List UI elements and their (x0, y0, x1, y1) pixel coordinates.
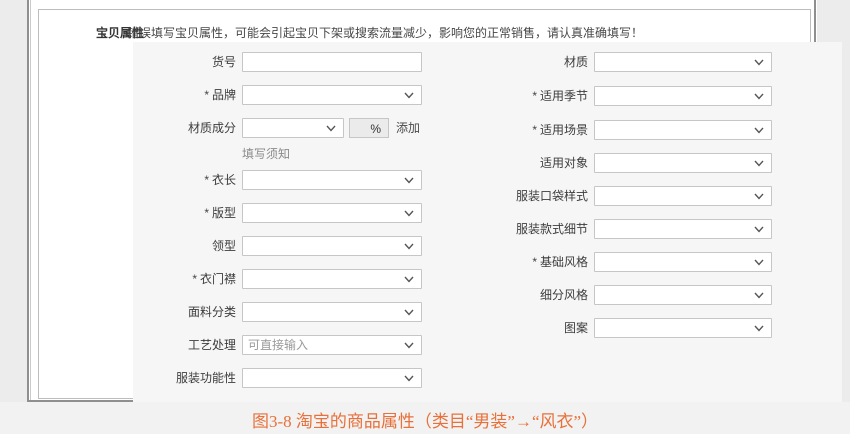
chevron-down-icon (754, 325, 764, 332)
required-marker: * (204, 206, 209, 220)
chevron-down-icon (754, 292, 764, 299)
form-row: 材质 (133, 52, 842, 72)
chevron-down-icon (404, 276, 414, 283)
right-field-5-select[interactable] (594, 219, 772, 239)
chevron-down-icon (404, 210, 414, 217)
form-row: 细分风格 (133, 285, 842, 305)
field-label: 材质 (438, 52, 588, 72)
form-row: 服装口袋样式 (133, 186, 842, 206)
chevron-down-icon (754, 226, 764, 233)
field-label-text: 领型 (212, 239, 236, 253)
page-margin-left (0, 0, 27, 402)
field-label: 服装口袋样式 (438, 186, 588, 206)
field-label-text: 基础风格 (540, 255, 588, 269)
figure-caption-bar: 图3-8 淘宝的商品属性（类目“男装”→“风衣”） (0, 402, 850, 434)
select-value: 可直接输入 (248, 336, 308, 354)
form-row: 工艺处理可直接输入 (133, 335, 842, 355)
chevron-down-icon (754, 259, 764, 266)
chevron-down-icon (754, 193, 764, 200)
chevron-down-icon (404, 243, 414, 250)
field-label-text: 适用季节 (540, 89, 588, 103)
right-field-2-select[interactable] (594, 120, 772, 140)
field-label-text: 服装口袋样式 (516, 189, 588, 203)
field-label-text: 衣门襟 (200, 272, 236, 286)
form-row: *适用季节 (133, 86, 842, 106)
required-marker: * (192, 272, 197, 286)
chevron-down-icon (404, 342, 414, 349)
chevron-down-icon (754, 59, 764, 66)
form-row: 服装款式细节 (133, 219, 842, 239)
field-label-text: 材质 (564, 55, 588, 69)
field-label: 服装款式细节 (438, 219, 588, 239)
field-label-text: 适用场景 (540, 123, 588, 137)
field-label-text: 细分风格 (540, 288, 588, 302)
screenshot-frame-left (27, 0, 29, 402)
right-field-3-select[interactable] (594, 153, 772, 173)
chevron-down-icon (754, 93, 764, 100)
right-field-6-select[interactable] (594, 252, 772, 272)
product-attributes-panel: 宝贝属性 错误填写宝贝属性，可能会引起宝贝下架或搜索流量减少，影响您的正常销售，… (38, 9, 811, 399)
form-row: 图案 (133, 318, 842, 338)
chevron-down-icon (754, 127, 764, 134)
required-marker: * (532, 123, 537, 137)
chevron-down-icon (754, 160, 764, 167)
field-label-text: 面料分类 (188, 305, 236, 319)
attributes-form: 货号*品牌材质成分%添加填写须知*衣长*版型领型*衣门襟面料分类工艺处理可直接输… (133, 42, 842, 403)
field-label: 服装功能性 (86, 368, 236, 388)
field-label-text: 服装款式细节 (516, 222, 588, 236)
form-row: 适用对象 (133, 153, 842, 173)
right-field-4-select[interactable] (594, 186, 772, 206)
left-field-9-select[interactable]: 可直接输入 (242, 335, 422, 355)
field-label: *适用季节 (438, 86, 588, 106)
field-label: *适用场景 (438, 120, 588, 140)
figure-caption: 图3-8 淘宝的商品属性（类目“男装”→“风衣”） (0, 407, 850, 432)
chevron-down-icon (404, 309, 414, 316)
required-marker: * (204, 173, 209, 187)
chevron-down-icon (404, 375, 414, 382)
page: 宝贝属性 错误填写宝贝属性，可能会引起宝贝下架或搜索流量减少，影响您的正常销售，… (0, 0, 850, 434)
screenshot-frame-left-inner (30, 0, 31, 402)
required-marker: * (532, 255, 537, 269)
field-label-text: 工艺处理 (188, 338, 236, 352)
form-row: *基础风格 (133, 252, 842, 272)
field-label-text: 衣长 (212, 173, 236, 187)
required-marker: * (532, 89, 537, 103)
field-label-text: 适用对象 (540, 156, 588, 170)
right-field-0-select[interactable] (594, 52, 772, 72)
warning-text: 错误填写宝贝属性，可能会引起宝贝下架或搜索流量减少，影响您的正常销售，请认真准确… (127, 24, 643, 41)
field-label: *基础风格 (438, 252, 588, 272)
chevron-down-icon (404, 177, 414, 184)
field-label: 工艺处理 (86, 335, 236, 355)
field-label: 适用对象 (438, 153, 588, 173)
form-row: 服装功能性 (133, 368, 842, 388)
field-label-text: 图案 (564, 321, 588, 335)
field-label: 细分风格 (438, 285, 588, 305)
field-label-text: 服装功能性 (176, 371, 236, 385)
right-field-8-select[interactable] (594, 318, 772, 338)
left-field-10-select[interactable] (242, 368, 422, 388)
form-row: *适用场景 (133, 120, 842, 140)
right-field-7-select[interactable] (594, 285, 772, 305)
field-label: 图案 (438, 318, 588, 338)
field-label-text: 版型 (212, 206, 236, 220)
right-field-1-select[interactable] (594, 86, 772, 106)
